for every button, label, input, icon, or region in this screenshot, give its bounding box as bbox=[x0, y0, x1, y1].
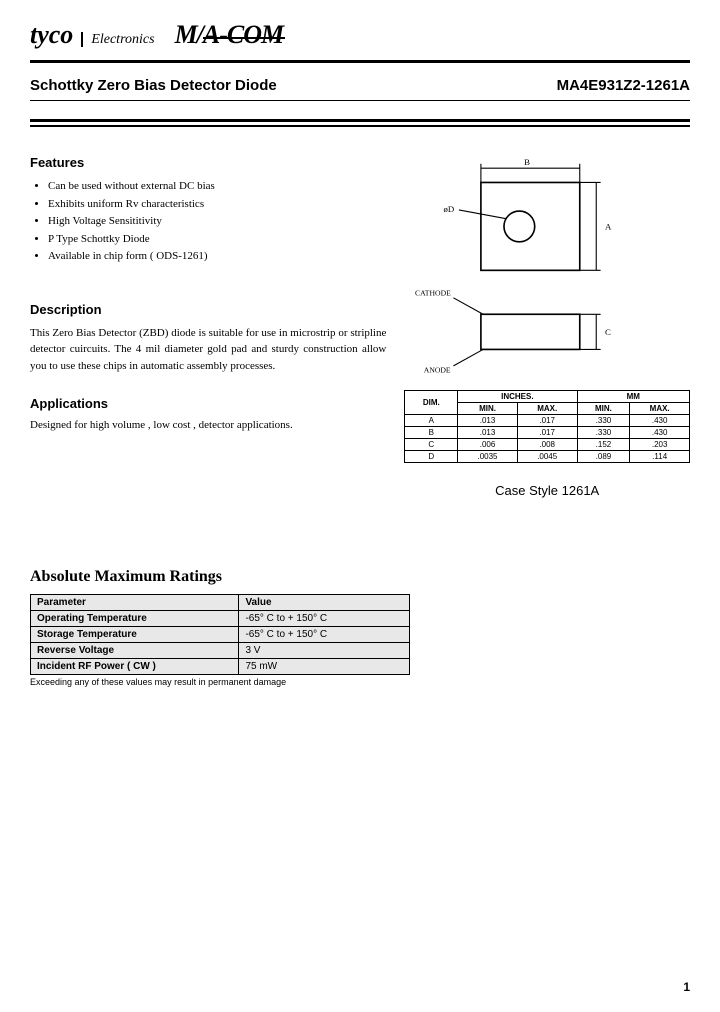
max-header: MAX. bbox=[630, 402, 690, 414]
title-row: Schottky Zero Bias Detector Diode MA4E93… bbox=[30, 69, 690, 98]
tyco-subtext: Electronics bbox=[81, 32, 154, 47]
features-heading: Features bbox=[30, 155, 386, 170]
dim-d-label: øD bbox=[444, 204, 455, 214]
cathode-label: CATHODE bbox=[415, 289, 451, 298]
inches-header: INCHES. bbox=[458, 390, 577, 402]
macom-pre: M/ bbox=[175, 20, 203, 49]
applications-heading: Applications bbox=[30, 396, 386, 411]
header-logos: tyco Electronics M/A-COM bbox=[30, 20, 690, 50]
description-heading: Description bbox=[30, 302, 386, 317]
dim-header: DIM. bbox=[405, 390, 458, 414]
feature-item: High Voltage Sensititivity bbox=[48, 213, 386, 231]
anode-label: ANODE bbox=[424, 365, 451, 374]
description-text: This Zero Bias Detector (ZBD) diode is s… bbox=[30, 325, 386, 375]
page-number: 1 bbox=[683, 980, 690, 994]
right-column: B A øD CATHODE ANODE C DIM. bbox=[404, 155, 690, 498]
ratings-note: Exceeding any of these values may result… bbox=[30, 677, 690, 687]
tyco-text: tyco bbox=[30, 20, 73, 49]
dimension-table: DIM. INCHES. MM MIN. MAX. MIN. MAX. A .0… bbox=[404, 390, 690, 463]
table-row: C .006 .008 .152 .203 bbox=[405, 438, 690, 450]
table-row: D .0035 .0045 .089 .114 bbox=[405, 450, 690, 462]
min-header: MIN. bbox=[458, 402, 518, 414]
dim-c-label: C bbox=[605, 327, 611, 337]
divider bbox=[30, 125, 690, 127]
applications-text: Designed for high volume , low cost , de… bbox=[30, 419, 386, 431]
table-row: Reverse Voltage 3 V bbox=[31, 642, 410, 658]
max-header: MAX. bbox=[517, 402, 577, 414]
features-list: Can be used without external DC bias Exh… bbox=[30, 178, 386, 266]
table-row: Parameter Value bbox=[31, 594, 410, 610]
amr-heading: Absolute Maximum Ratings bbox=[30, 568, 690, 586]
feature-item: P Type Schottky Diode bbox=[48, 231, 386, 249]
feature-item: Available in chip form ( ODS-1261) bbox=[48, 248, 386, 266]
min-header: MIN. bbox=[577, 402, 630, 414]
divider bbox=[30, 119, 690, 122]
content-columns: Features Can be used without external DC… bbox=[30, 155, 690, 498]
feature-item: Can be used without external DC bias bbox=[48, 178, 386, 196]
dim-a-label: A bbox=[605, 222, 612, 232]
table-row: Operating Temperature -65° C to + 150° C bbox=[31, 610, 410, 626]
table-row: Storage Temperature -65° C to + 150° C bbox=[31, 626, 410, 642]
divider bbox=[30, 60, 690, 63]
left-column: Features Can be used without external DC… bbox=[30, 155, 386, 498]
package-diagram: B A øD CATHODE ANODE C bbox=[404, 155, 690, 375]
dim-b-label: B bbox=[524, 157, 530, 167]
case-style-label: Case Style 1261A bbox=[404, 483, 690, 498]
divider bbox=[30, 100, 690, 101]
feature-item: Exhibits uniform Rv characteristics bbox=[48, 196, 386, 214]
table-row: Incident RF Power ( CW ) 75 mW bbox=[31, 658, 410, 674]
tyco-logo: tyco Electronics bbox=[30, 20, 155, 50]
table-row: DIM. INCHES. MM bbox=[405, 390, 690, 402]
table-row: B .013 .017 .330 .430 bbox=[405, 426, 690, 438]
value-header: Value bbox=[239, 594, 410, 610]
param-header: Parameter bbox=[31, 594, 239, 610]
ratings-table: Parameter Value Operating Temperature -6… bbox=[30, 594, 410, 675]
mm-header: MM bbox=[577, 390, 689, 402]
part-number: MA4E931Z2-1261A bbox=[557, 77, 690, 94]
product-type: Schottky Zero Bias Detector Diode bbox=[30, 77, 277, 94]
macom-post: A-COM bbox=[203, 20, 283, 50]
macom-logo: M/A-COM bbox=[175, 20, 284, 50]
table-row: A .013 .017 .330 .430 bbox=[405, 414, 690, 426]
